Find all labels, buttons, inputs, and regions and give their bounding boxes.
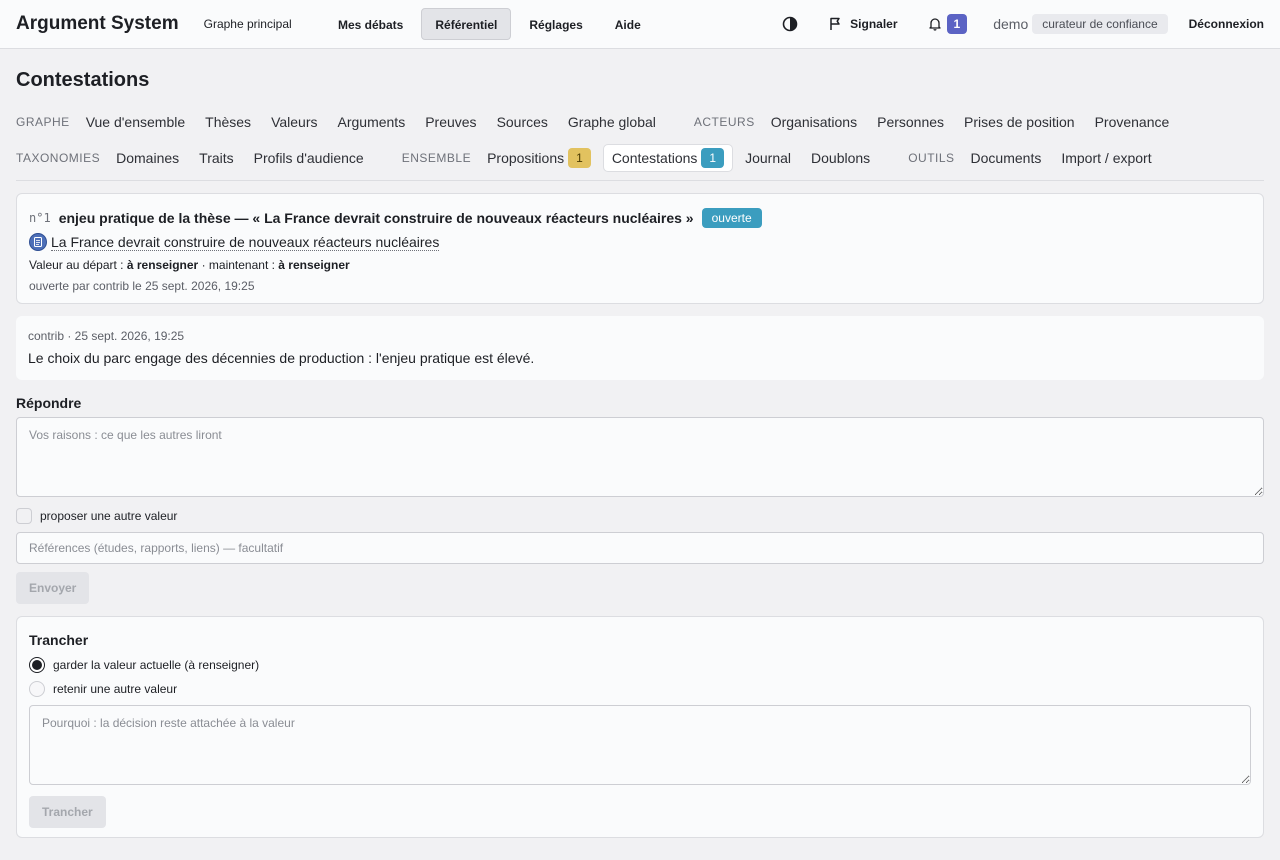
propose-value-row: proposer une autre valeur <box>16 508 1264 524</box>
contrast-toggle-button[interactable] <box>774 8 806 40</box>
subnav-documents[interactable]: Documents <box>961 144 1052 172</box>
contestations-count-badge: 1 <box>701 148 725 168</box>
notification-count-badge: 1 <box>946 14 968 34</box>
subnav-propositions[interactable]: Propositions 1 <box>477 144 601 172</box>
subnav-doublons[interactable]: Doublons <box>801 144 880 172</box>
contestation-title: enjeu pratique de la thèse — « La France… <box>58 210 694 226</box>
subnav-prises-de-position[interactable]: Prises de position <box>954 108 1085 136</box>
subnav-sources[interactable]: Sources <box>487 108 558 136</box>
group-label-taxonomies: TAXONOMIES <box>16 151 101 165</box>
subnav-import-export[interactable]: Import / export <box>1051 144 1161 172</box>
send-button[interactable]: Envoyer <box>16 572 90 604</box>
opened-by-line: ouverte par contrib le 25 sept. 2026, 19… <box>29 279 255 293</box>
top-bar: Argument System Graphe principal Mes déb… <box>0 0 1280 49</box>
decide-button[interactable]: Trancher <box>29 796 106 828</box>
comment-meta: contrib · 25 sept. 2026, 19:25 <box>28 329 185 343</box>
subnav-contestations[interactable]: Contestations 1 <box>602 144 734 172</box>
flag-icon <box>830 17 840 30</box>
contestation-header: n°1 enjeu pratique de la thèse — « La Fr… <box>29 207 1251 229</box>
comment-item: contrib · 25 sept. 2026, 19:25 Le choix … <box>16 316 1264 380</box>
subnav-contestations-label: Contestations <box>611 150 698 166</box>
comment-text: Le choix du parc engage des décennies de… <box>28 350 535 366</box>
subnav-organisations[interactable]: Organisations <box>761 108 867 136</box>
group-label-acteurs: ACTEURS <box>693 115 755 129</box>
main-nav: Mes débats Référentiel Réglages Aide <box>324 8 655 40</box>
value-start-label: Valeur au départ : <box>29 258 124 272</box>
nav-reglages[interactable]: Réglages <box>515 8 596 40</box>
subnav-preuves[interactable]: Preuves <box>415 108 486 136</box>
graph-link[interactable]: Graphe principal <box>204 17 292 31</box>
decide-card: Trancher garder la valeur actuelle (à re… <box>16 616 1264 838</box>
reply-title: Répondre <box>16 395 82 411</box>
propose-value-checkbox[interactable] <box>16 508 32 524</box>
contrast-icon <box>782 16 798 32</box>
group-label-outils: OUTILS <box>908 151 955 165</box>
group-label-graphe: GRAPHE <box>16 115 70 129</box>
keep-value-label[interactable]: garder la valeur actuelle (à renseigner) <box>53 658 259 672</box>
propose-value-label[interactable]: proposer une autre valeur <box>40 509 177 523</box>
top-right-actions: Signaler 1 demo curateur de confiance Dé… <box>774 8 1264 40</box>
subnav-theses[interactable]: Thèses <box>195 108 261 136</box>
subnav-profils-audience[interactable]: Profils d'audience <box>244 144 374 172</box>
bell-icon <box>928 18 941 31</box>
notifications-button[interactable]: 1 <box>920 8 976 40</box>
value-now-label: · maintenant : <box>201 258 275 272</box>
subnav-propositions-label: Propositions <box>487 150 565 166</box>
subnav-journal[interactable]: Journal <box>735 144 801 172</box>
nav-aide[interactable]: Aide <box>601 8 655 40</box>
keep-value-option[interactable]: garder la valeur actuelle (à renseigner) <box>29 657 1251 673</box>
sub-nav: GRAPHE Vue d'ensemble Thèses Valeurs Arg… <box>16 108 1264 181</box>
subnav-vue-ensemble[interactable]: Vue d'ensemble <box>76 108 195 136</box>
decide-title: Trancher <box>29 632 89 648</box>
subnav-graphe-global[interactable]: Graphe global <box>558 108 666 136</box>
subnav-row-2: TAXONOMIES Domaines Traits Profils d'aud… <box>16 144 1264 172</box>
logout-button[interactable]: Déconnexion <box>1189 17 1264 31</box>
references-input[interactable] <box>16 532 1264 564</box>
keep-value-radio[interactable] <box>29 657 45 673</box>
value-summary: Valeur au départ : à renseigner · mainte… <box>29 258 1251 272</box>
other-value-option[interactable]: retenir une autre valeur <box>29 681 1251 697</box>
app-brand[interactable]: Argument System <box>16 13 179 35</box>
document-icon <box>29 233 47 251</box>
main-content: Contestations GRAPHE Vue d'ensemble Thès… <box>0 68 1280 838</box>
subnav-traits[interactable]: Traits <box>189 144 243 172</box>
subnav-valeurs[interactable]: Valeurs <box>261 108 327 136</box>
value-now: à renseigner <box>278 258 350 272</box>
reply-textarea[interactable] <box>16 417 1264 497</box>
page-title: Contestations <box>16 69 150 91</box>
contestation-number: n°1 <box>29 211 51 225</box>
nav-mes-debats[interactable]: Mes débats <box>324 8 417 40</box>
other-value-radio[interactable] <box>29 681 45 697</box>
subnav-arguments[interactable]: Arguments <box>328 108 416 136</box>
signal-button[interactable]: Signaler <box>820 8 905 40</box>
signal-label: Signaler <box>850 17 898 31</box>
status-badge: ouverte <box>701 208 762 228</box>
propositions-count-badge: 1 <box>568 148 591 168</box>
contestation-card: n°1 enjeu pratique de la thèse — « La Fr… <box>16 193 1264 304</box>
role-badge: curateur de confiance <box>1032 14 1168 34</box>
thesis-link[interactable]: La France devrait construire de nouveaux… <box>51 234 440 251</box>
decision-reason-textarea[interactable] <box>29 705 1251 785</box>
subnav-personnes[interactable]: Personnes <box>867 108 954 136</box>
other-value-label[interactable]: retenir une autre valeur <box>53 682 177 696</box>
thesis-link-row: La France devrait construire de nouveaux… <box>29 232 1251 252</box>
subnav-domaines[interactable]: Domaines <box>106 144 189 172</box>
group-label-ensemble: ENSEMBLE <box>401 151 472 165</box>
value-start: à renseigner <box>126 258 199 272</box>
username[interactable]: demo <box>993 16 1028 32</box>
subnav-provenance[interactable]: Provenance <box>1085 108 1180 136</box>
subnav-row-1: GRAPHE Vue d'ensemble Thèses Valeurs Arg… <box>16 108 1264 136</box>
nav-referentiel[interactable]: Référentiel <box>421 8 512 40</box>
